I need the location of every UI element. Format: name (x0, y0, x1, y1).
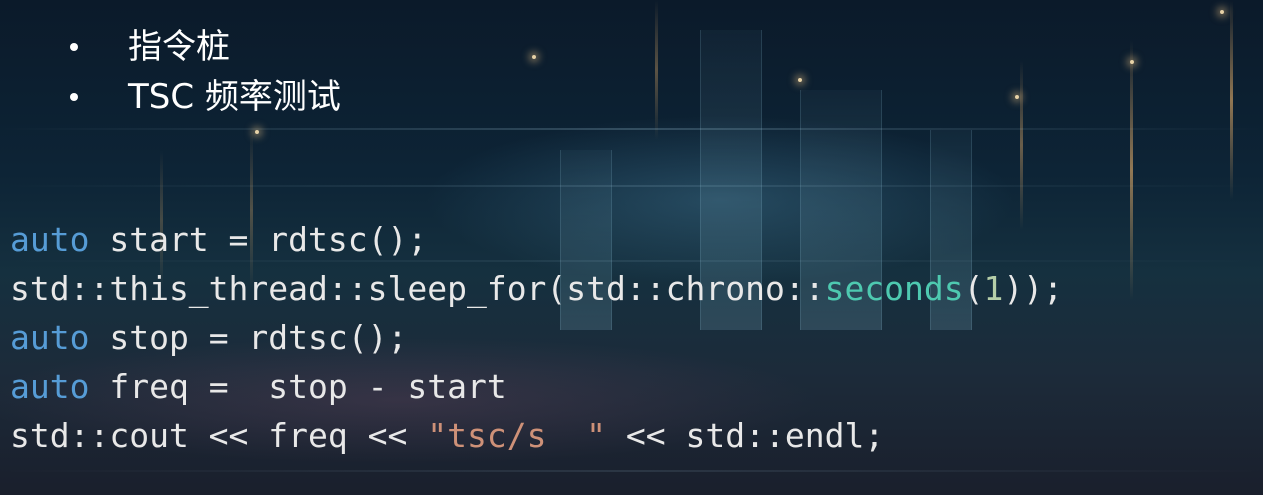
code-token-plain: std::this_thread::sleep_for(std::chrono:… (10, 269, 825, 308)
bullet-item-2: TSC 频率测试 (70, 72, 341, 122)
code-token-plain: ( (963, 269, 984, 308)
bullet-list: 指令桩 TSC 频率测试 (70, 22, 341, 122)
bullet-dot-icon (70, 93, 78, 101)
code-token-string: "tsc/s " (427, 416, 607, 455)
bullet-text: TSC 频率测试 (128, 77, 341, 117)
code-token-keyword: auto (10, 318, 90, 357)
code-token-plain: std::cout << freq << (10, 416, 428, 455)
code-line: auto freq = stop - start (10, 362, 1063, 411)
code-line: auto stop = rdtsc(); (10, 313, 1063, 362)
code-token-keyword: auto (10, 367, 90, 406)
code-line: std::cout << freq << "tsc/s " << std::en… (10, 411, 1063, 460)
slide: 指令桩 TSC 频率测试 auto start = rdtsc();std::t… (0, 0, 1263, 495)
code-token-plain: << std::endl; (606, 416, 885, 455)
bullet-text: 指令桩 (128, 27, 230, 67)
code-line: std::this_thread::sleep_for(std::chrono:… (10, 264, 1063, 313)
code-token-keyword: auto (10, 220, 90, 259)
code-token-plain: stop = rdtsc(); (89, 318, 408, 357)
code-line: auto start = rdtsc(); (10, 215, 1063, 264)
bullet-dot-icon (70, 43, 78, 51)
code-token-plain: freq = stop - start (89, 367, 507, 406)
code-token-type: seconds (824, 269, 964, 308)
code-token-plain: )); (1003, 269, 1064, 308)
code-token-number: 1 (983, 269, 1004, 308)
code-token-plain: start = rdtsc(); (89, 220, 428, 259)
bullet-item-1: 指令桩 (70, 22, 341, 72)
code-block: auto start = rdtsc();std::this_thread::s… (10, 215, 1063, 460)
